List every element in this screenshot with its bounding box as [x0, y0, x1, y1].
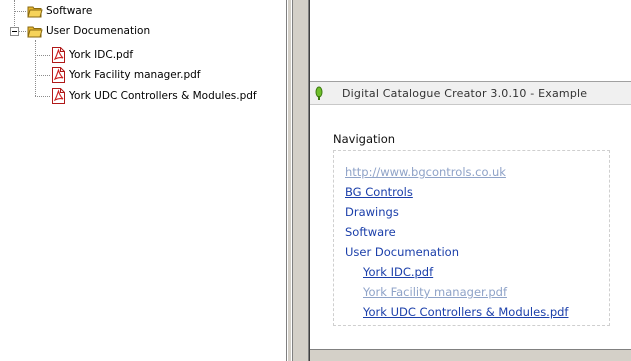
tree-item-label: York Facility manager.pdf [69, 69, 201, 81]
tree-item-york-udc-controllers[interactable]: York UDC Controllers & Modules.pdf [51, 87, 257, 105]
splitter-edge [292, 0, 293, 361]
nav-link-york-udc-controllers[interactable]: York UDC Controllers & Modules.pdf [363, 305, 568, 319]
nav-link-york-facility-manager[interactable]: York Facility manager.pdf [363, 285, 507, 299]
nav-link-website[interactable]: http://www.bgcontrols.co.uk [345, 165, 506, 179]
folder-icon [27, 5, 43, 18]
tree-connector [14, 0, 15, 30]
tree-connector [14, 11, 26, 12]
navigation-heading: Navigation [333, 132, 396, 146]
nav-link-user-documenation[interactable]: User Documenation [345, 245, 459, 259]
pdf-file-icon [51, 47, 66, 63]
nav-link-york-idc[interactable]: York IDC.pdf [363, 265, 433, 279]
splitter-edge [287, 0, 288, 361]
tree-connector [35, 96, 50, 97]
tree-item-york-facility-manager[interactable]: York Facility manager.pdf [51, 66, 200, 84]
file-tree: Software User Documenation York IDC.pdf [0, 0, 286, 361]
app-icon [315, 86, 323, 100]
tree-item-user-documenation[interactable]: User Documenation [27, 22, 150, 40]
pdf-file-icon [51, 67, 66, 83]
pdf-file-icon [51, 88, 66, 104]
preview-pane: Digital Catalogue Creator 3.0.10 - Examp… [310, 0, 631, 361]
tree-connector [35, 75, 50, 76]
pane-splitter[interactable] [286, 0, 310, 361]
tree-item-label: User Documenation [46, 25, 151, 37]
tree-item-software[interactable]: Software [27, 2, 92, 20]
tree-item-label: York UDC Controllers & Modules.pdf [69, 90, 257, 102]
tree-item-label: Software [46, 5, 93, 17]
tree-connector [35, 55, 50, 56]
navigation-box: http://www.bgcontrols.co.uk BG Controls … [333, 150, 610, 326]
tree-item-york-idc[interactable]: York IDC.pdf [51, 46, 133, 64]
preview-title-bar: Digital Catalogue Creator 3.0.10 - Examp… [310, 81, 631, 105]
tree-connector [19, 31, 26, 32]
collapse-toggle[interactable] [10, 27, 19, 36]
nav-link-bg-controls[interactable]: BG Controls [345, 185, 413, 199]
nav-link-software[interactable]: Software [345, 225, 396, 239]
tree-item-label: York IDC.pdf [69, 49, 134, 61]
catalogue-content: Navigation http://www.bgcontrols.co.uk B… [310, 105, 631, 349]
status-bar [310, 349, 631, 361]
window-title: Digital Catalogue Creator 3.0.10 - Examp… [342, 86, 588, 100]
nav-link-drawings[interactable]: Drawings [345, 205, 399, 219]
tree-connector [35, 40, 36, 96]
open-folder-icon [27, 25, 43, 38]
